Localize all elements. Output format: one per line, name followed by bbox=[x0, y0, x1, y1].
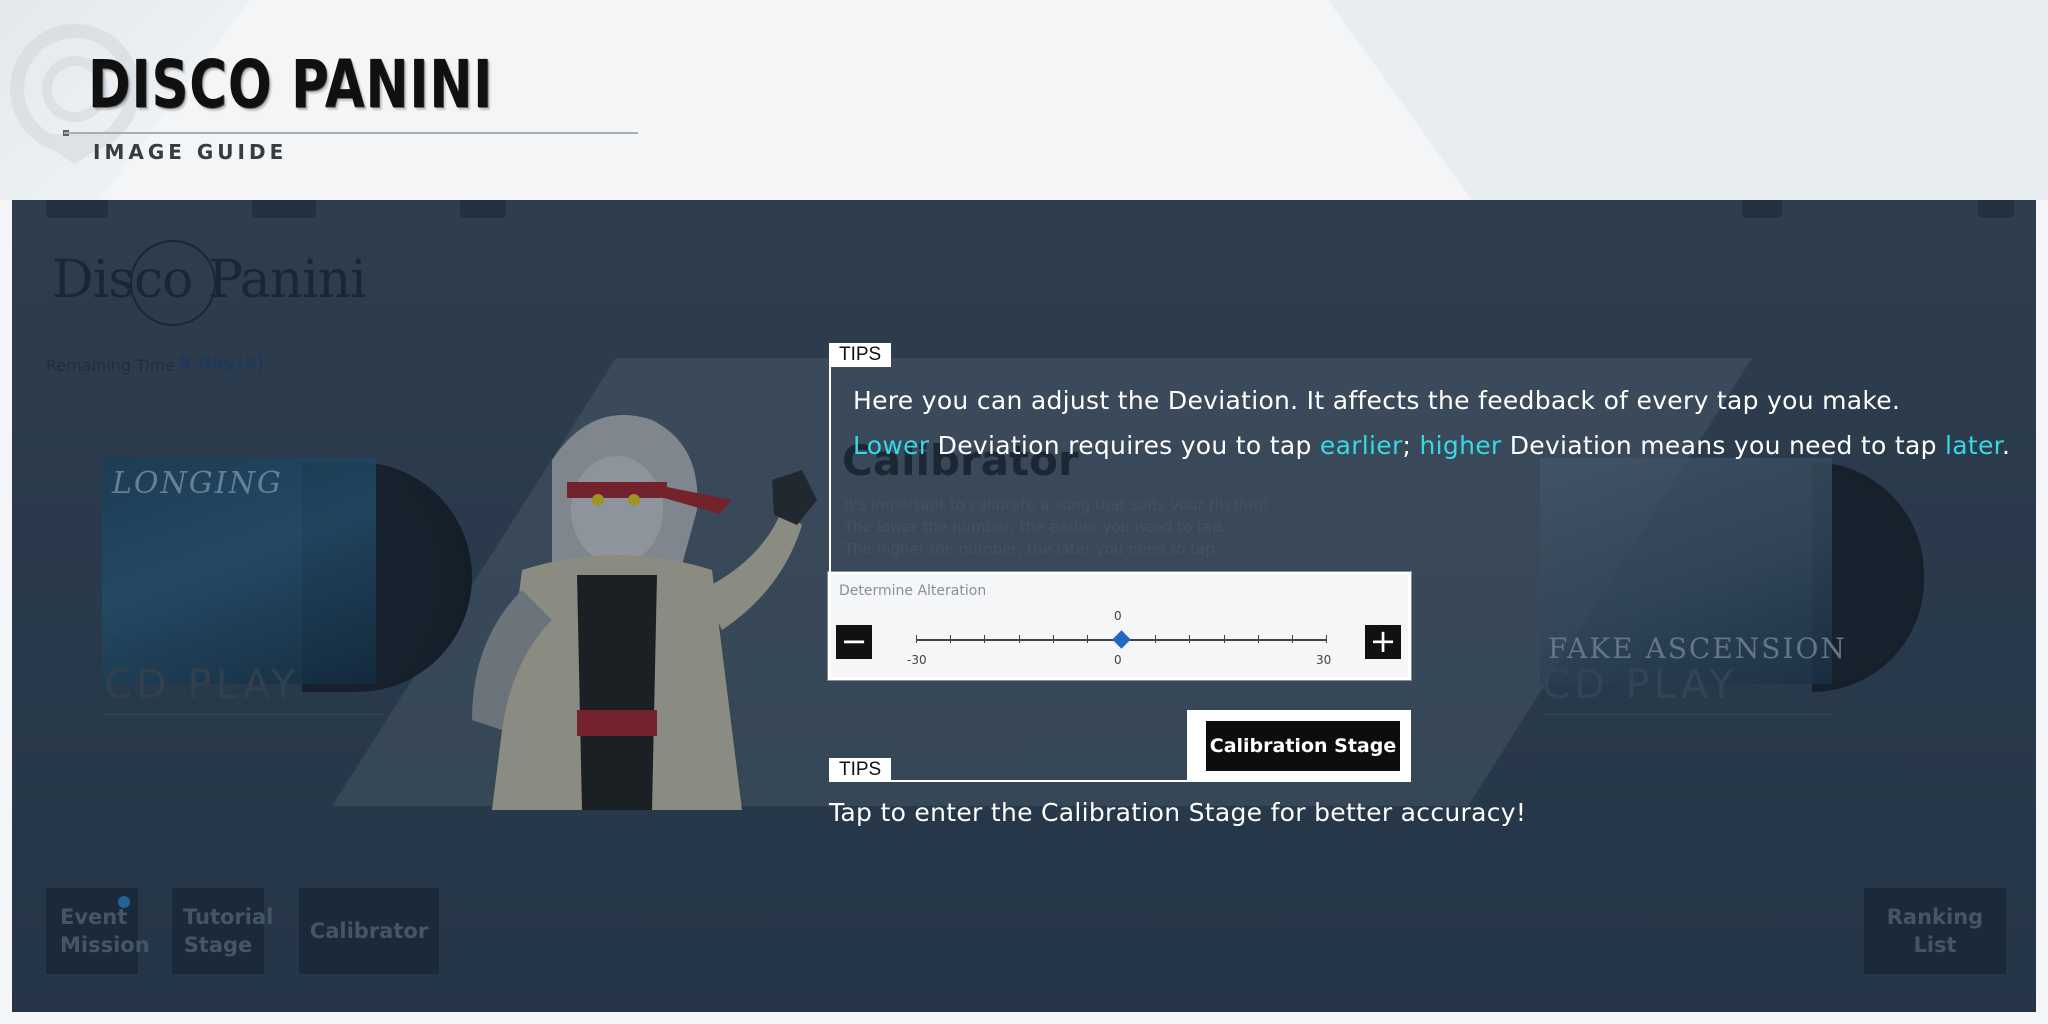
tips-text-end: . bbox=[2001, 431, 2011, 460]
tips-text-line-1: Here you can adjust the Deviation. It af… bbox=[853, 386, 1901, 415]
deviation-slider-thumb[interactable] bbox=[1112, 630, 1131, 649]
slider-tick bbox=[1223, 635, 1225, 643]
slider-tick bbox=[1018, 635, 1020, 643]
tips-text-part-2: Deviation means you need to tap bbox=[1501, 431, 1946, 460]
slider-value-label: 0 bbox=[1114, 609, 1122, 623]
slider-tick bbox=[1291, 635, 1293, 643]
tips-text-sep: ; bbox=[1402, 431, 1420, 460]
tips-tag-1: TIPS bbox=[829, 343, 892, 367]
slider-tick bbox=[1189, 635, 1191, 643]
tips-hl-lower: Lower bbox=[853, 431, 930, 460]
slider-label: Determine Alteration bbox=[839, 583, 987, 599]
slider-tick bbox=[1257, 635, 1259, 643]
increase-button[interactable]: + bbox=[1365, 625, 1401, 659]
page-subtitle: IMAGE GUIDE bbox=[93, 140, 288, 164]
slider-tick bbox=[984, 635, 986, 643]
tips-frame-1-left bbox=[829, 343, 831, 573]
slider-min-label: -30 bbox=[907, 653, 927, 667]
slider-tick bbox=[1155, 635, 1157, 643]
page-title: DISCO PANINI bbox=[88, 46, 494, 123]
slider-center-label: 0 bbox=[1114, 653, 1122, 667]
tips-hl-earlier: earlier bbox=[1319, 431, 1403, 460]
header-divider bbox=[64, 132, 638, 134]
tips-hl-higher: higher bbox=[1419, 431, 1502, 460]
slider-tick bbox=[1052, 635, 1054, 643]
tips-text-part-1: Deviation requires you to tap bbox=[929, 431, 1320, 460]
slider-tick bbox=[1326, 635, 1327, 643]
tips-stage-text: Tap to enter the Calibration Stage for b… bbox=[829, 798, 1527, 827]
calibration-stage-button[interactable]: Calibration Stage bbox=[1206, 721, 1400, 771]
tips-tag-2: TIPS bbox=[829, 758, 892, 782]
tips-hl-later: later bbox=[1945, 431, 2002, 460]
deviation-slider-panel: Determine Alteration − + 0 -30 0 30 bbox=[828, 572, 1411, 680]
header-bg-shape-right bbox=[1328, 0, 2048, 200]
slider-tick bbox=[916, 635, 917, 643]
slider-max-label: 30 bbox=[1316, 653, 1332, 667]
slider-tick bbox=[950, 635, 952, 643]
slider-tick bbox=[1086, 635, 1088, 643]
tips-text-line-2: Lower Deviation requires you to tap earl… bbox=[853, 431, 2010, 460]
decrease-button[interactable]: − bbox=[836, 625, 872, 659]
